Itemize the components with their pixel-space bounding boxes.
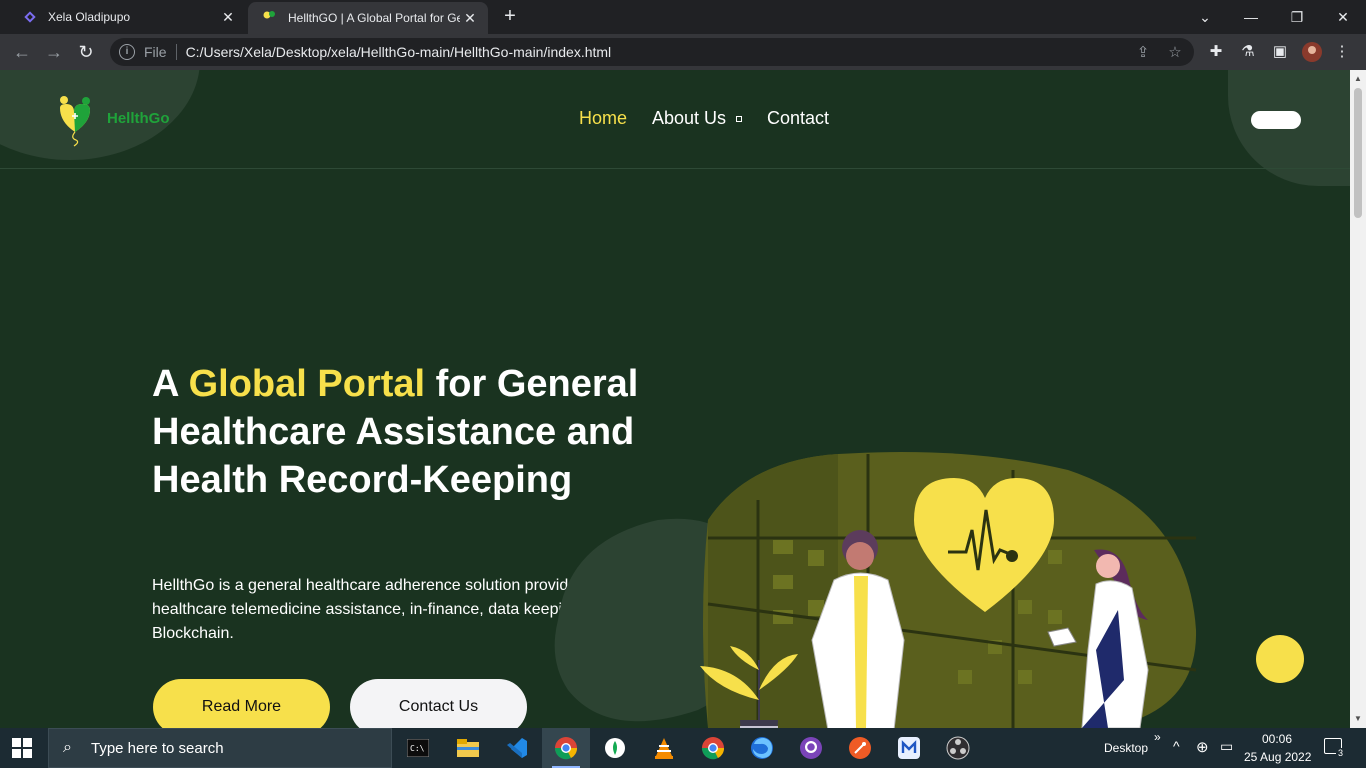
vscode-icon[interactable]: [493, 728, 541, 768]
minimize-button[interactable]: —: [1228, 0, 1274, 34]
clock-time[interactable]: 00:06: [1262, 732, 1292, 746]
side-panel-icon[interactable]: ▣: [1270, 42, 1290, 62]
web-page: HellthGo Home About Us Contact A Global …: [0, 70, 1350, 728]
forward-arrow-icon[interactable]: →: [42, 40, 66, 64]
nav-home[interactable]: Home: [579, 108, 627, 129]
windows-taskbar: ⌕ Type here to search C:\ Desktop » ^ ⊕ …: [0, 728, 1366, 768]
obs-studio-icon[interactable]: [934, 728, 982, 768]
tab-title: HellthGO | A Global Portal for Ge: [288, 11, 460, 25]
double-chevron-icon[interactable]: »: [1154, 730, 1161, 744]
brand-name[interactable]: HellthGo: [107, 110, 170, 127]
tab-title: Xela Oladipupo: [48, 10, 131, 24]
tab-search-chevron-icon[interactable]: ⌄: [1182, 0, 1228, 34]
tab-xela-oladipupo[interactable]: Xela Oladipupo ✕: [8, 0, 246, 34]
scroll-down-arrow-icon[interactable]: ▼: [1353, 714, 1363, 724]
url-scheme-label: File: [144, 44, 167, 60]
page-scrollbar[interactable]: ▲ ▼: [1350, 70, 1366, 728]
back-arrow-icon[interactable]: ←: [10, 40, 34, 64]
reload-icon[interactable]: ↻: [74, 40, 98, 64]
nav-about-us[interactable]: About Us: [652, 108, 743, 129]
postman-icon[interactable]: [836, 728, 884, 768]
mongodb-compass-icon[interactable]: [591, 728, 639, 768]
scroll-up-arrow-icon[interactable]: ▲: [1353, 74, 1363, 84]
terminal-app-icon[interactable]: C:\: [394, 728, 442, 768]
chrome-icon[interactable]: [689, 728, 737, 768]
dropdown-square-icon: [736, 116, 743, 123]
firefox-icon[interactable]: [738, 728, 786, 768]
hero-title-highlight: Global Portal: [188, 363, 426, 405]
tab-hellthgo[interactable]: HellthGO | A Global Portal for Ge ✕: [248, 2, 488, 34]
search-placeholder: Type here to search: [91, 739, 224, 757]
language-globe-icon[interactable]: ⊕: [1196, 738, 1209, 756]
mail-app-icon[interactable]: [885, 728, 933, 768]
contact-us-button[interactable]: Contact Us: [350, 679, 527, 728]
hellthgo-logo[interactable]: [56, 94, 96, 148]
vlc-icon[interactable]: [640, 728, 688, 768]
header-divider: [0, 168, 1350, 169]
search-icon: ⌕: [63, 739, 72, 756]
kebab-menu-icon[interactable]: ⋮: [1332, 42, 1352, 62]
doctors-heart-illustration: [554, 452, 1197, 728]
info-icon[interactable]: i: [119, 44, 135, 60]
svg-text:C:\: C:\: [410, 744, 425, 753]
divider: [175, 44, 177, 60]
close-tab-icon[interactable]: ✕: [460, 10, 480, 27]
bookmark-star-icon[interactable]: ☆: [1166, 44, 1184, 62]
desktop-toolbar-label[interactable]: Desktop: [1104, 741, 1148, 755]
header-pill-button[interactable]: [1251, 111, 1301, 129]
profile-avatar[interactable]: [1302, 42, 1322, 62]
windows-start-icon[interactable]: [12, 738, 32, 758]
browser-tab-strip: Xela Oladipupo ✕ HellthGO | A Global Por…: [0, 0, 1366, 34]
close-tab-icon[interactable]: ✕: [218, 9, 238, 26]
notification-count-badge: 3: [1336, 748, 1346, 758]
github-desktop-icon[interactable]: [787, 728, 835, 768]
labs-flask-icon[interactable]: ⚗: [1238, 42, 1258, 62]
restore-button[interactable]: ❐: [1274, 0, 1320, 34]
chrome-active-app-icon[interactable]: [542, 728, 590, 768]
diamond-favicon-icon: [22, 9, 38, 25]
show-hidden-icons-chevron-icon[interactable]: ^: [1173, 738, 1180, 754]
extensions-puzzle-icon[interactable]: ✚: [1206, 42, 1226, 62]
new-tab-button[interactable]: +: [498, 4, 522, 28]
read-more-button[interactable]: Read More: [153, 679, 330, 728]
scrollbar-thumb[interactable]: [1354, 88, 1362, 218]
url-text[interactable]: C:/Users/Xela/Desktop/xela/HellthGo-main…: [186, 44, 612, 60]
taskbar-search-box[interactable]: ⌕ Type here to search: [48, 728, 392, 768]
hellthgo-favicon-icon: [262, 10, 278, 26]
share-icon[interactable]: ⇪: [1134, 44, 1152, 62]
close-window-button[interactable]: ✕: [1320, 0, 1366, 34]
decorative-blob: [0, 70, 200, 160]
nav-contact[interactable]: Contact: [767, 108, 829, 129]
browser-toolbar: ← → ↻ i File C:/Users/Xela/Desktop/xela/…: [0, 34, 1366, 70]
address-bar[interactable]: i File C:/Users/Xela/Desktop/xela/Hellth…: [110, 38, 1194, 66]
floating-action-button[interactable]: [1256, 635, 1304, 683]
file-explorer-icon[interactable]: [444, 728, 492, 768]
battery-icon[interactable]: ▭: [1220, 738, 1233, 755]
clock-date[interactable]: 25 Aug 2022: [1244, 750, 1311, 764]
